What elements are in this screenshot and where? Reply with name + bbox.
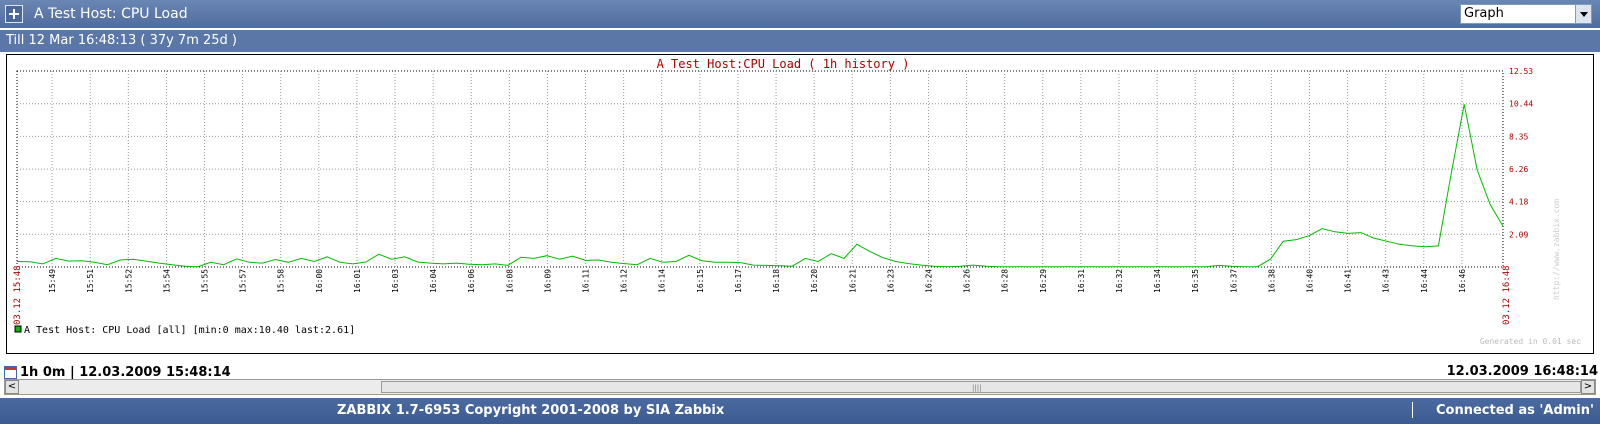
x-tick-label: 16:43 <box>1382 269 1391 293</box>
graph-panel: A Test Host:CPU Load ( 1h history ) 15:4… <box>6 54 1594 354</box>
x-tick-label: 16:01 <box>353 269 362 293</box>
x-tick-label: 15:49 <box>48 269 57 293</box>
x-tick-label: 15:54 <box>162 269 171 293</box>
view-select[interactable]: Graph <box>1460 4 1592 24</box>
cpu-load-chart: A Test Host:CPU Load ( 1h history ) 15:4… <box>13 57 1581 346</box>
x-tick-label: 16:20 <box>810 269 819 293</box>
x-tick-label: 16:15 <box>696 269 705 293</box>
x-tick-label: 16:40 <box>1305 269 1314 293</box>
time-info-bar: Till 12 Mar 16:48:13 ( 37y 7m 25d ) <box>0 30 1600 52</box>
x-tick-label: 16:11 <box>582 269 591 293</box>
x-tick-label: 16:29 <box>1039 269 1048 293</box>
x-tick-label: 16:24 <box>924 269 933 293</box>
y-tick-label: 4.18 <box>1509 198 1528 207</box>
watermark: http://www.zabbix.com <box>1552 199 1561 300</box>
time-info-text: Till 12 Mar 16:48:13 ( 37y 7m 25d ) <box>6 33 237 48</box>
calendar-icon[interactable] <box>4 365 17 379</box>
scroll-right-button[interactable]: > <box>1581 380 1595 394</box>
expand-button[interactable] <box>5 5 23 23</box>
x-tick-label: 16:00 <box>315 269 324 293</box>
x-tick-label: 16:14 <box>658 269 667 293</box>
x-tick-label: 16:32 <box>1115 269 1124 293</box>
x-tick-label: 16:17 <box>734 269 743 293</box>
y-tick-label: 10.44 <box>1509 100 1533 109</box>
x-tick-label: 16:12 <box>620 269 629 293</box>
chart-title: A Test Host:CPU Load ( 1h history ) <box>657 57 910 71</box>
x-tick-label: 15:51 <box>86 269 95 293</box>
x-tick-label: 16:28 <box>1001 269 1010 293</box>
x-tick-label: 16:26 <box>963 269 972 293</box>
x-start-label: 03.12 15:48 <box>13 265 23 325</box>
x-tick-label: 16:21 <box>848 269 857 293</box>
x-tick-label: 16:18 <box>772 269 781 293</box>
x-tick-label: 16:35 <box>1191 269 1200 293</box>
scroll-left-button[interactable]: < <box>5 380 19 394</box>
period-text: 1h 0m | 12.03.2009 15:48:14 <box>20 364 231 380</box>
x-tick-label: 15:52 <box>124 269 133 293</box>
period-info: 1h 0m | 12.03.2009 15:48:14 <box>4 364 231 380</box>
y-tick-label: 2.09 <box>1509 230 1528 239</box>
x-tick-label: 16:41 <box>1344 269 1353 293</box>
scrollbar-thumb[interactable]: |||| <box>381 381 1581 393</box>
title-bar: A Test Host: CPU Load Graph <box>0 0 1600 28</box>
series-line <box>16 104 1504 268</box>
x-tick-label: 16:23 <box>886 269 895 293</box>
y-tick-label: 12.53 <box>1509 67 1533 76</box>
end-time: 12.03.2009 16:48:14 <box>1446 364 1598 379</box>
x-tick-label: 16:46 <box>1458 269 1467 293</box>
x-tick-label: 16:37 <box>1229 269 1238 293</box>
legend-entry: A Test Host: CPU Load [all] [min:0 max:1… <box>24 325 355 336</box>
connected-user: Connected as 'Admin' <box>1436 403 1594 418</box>
grip-icon: |||| <box>972 384 982 392</box>
x-tick-label: 16:06 <box>467 269 476 293</box>
divider <box>1412 402 1413 418</box>
y-tick-label: 8.35 <box>1509 132 1528 141</box>
x-tick-label: 15:58 <box>277 269 286 293</box>
page-title: A Test Host: CPU Load <box>34 6 188 22</box>
x-end-label: 03.12 16:48 <box>1502 265 1512 325</box>
x-tick-label: 16:04 <box>429 269 438 293</box>
legend-swatch <box>14 325 22 333</box>
x-tick-label: 16:34 <box>1153 269 1162 293</box>
generated-note: Generated in 0.01 sec <box>1480 337 1581 346</box>
x-tick-label: 15:57 <box>239 269 248 293</box>
view-select-value: Graph <box>1464 6 1504 21</box>
x-tick-label: 16:03 <box>391 269 400 293</box>
y-tick-label: 6.26 <box>1509 165 1528 174</box>
x-tick-label: 16:08 <box>505 269 514 293</box>
copyright-text: ZABBIX 1.7-6953 Copyright 2001-2008 by S… <box>337 403 725 418</box>
chevron-down-icon[interactable] <box>1575 5 1591 23</box>
x-tick-label: 16:31 <box>1077 269 1086 293</box>
x-tick-label: 16:09 <box>543 269 552 293</box>
time-scrollbar[interactable]: < |||| > <box>4 379 1596 395</box>
x-tick-label: 16:44 <box>1420 269 1429 293</box>
x-tick-label: 16:38 <box>1267 269 1276 293</box>
x-tick-label: 15:55 <box>201 269 210 293</box>
footer-bar: ZABBIX 1.7-6953 Copyright 2001-2008 by S… <box>0 398 1600 424</box>
